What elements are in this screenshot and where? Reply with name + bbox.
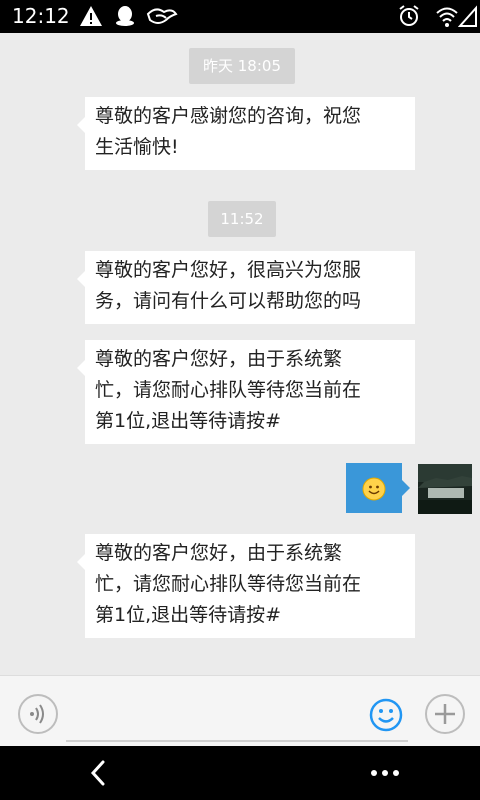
- message-bubble[interactable]: 尊敬的客户您好，很高兴为您服 务，请问有什么可以帮助您的吗: [77, 251, 415, 324]
- chat-area[interactable]: 昨天 18:05 尊敬的客户感谢您的咨询，祝您 生活愉快! 11:52 尊敬的客…: [0, 33, 480, 675]
- alarm-icon: [399, 5, 419, 26]
- wifi-icon: [436, 7, 458, 27]
- my-avatar[interactable]: [418, 464, 472, 514]
- my-message-bubble[interactable]: [346, 463, 410, 513]
- warning-icon: [80, 6, 102, 26]
- voice-button[interactable]: [18, 694, 58, 734]
- message-line: 忙，请您耐心排队等待您当前在: [95, 573, 362, 595]
- voice-icon: [30, 704, 44, 724]
- message-line: 第1位,退出等待请按#: [95, 604, 282, 626]
- more-dots-icon[interactable]: [370, 766, 400, 780]
- input-bar: [0, 675, 480, 747]
- message-input[interactable]: [66, 696, 408, 742]
- message-line: 第1位,退出等待请按#: [95, 410, 282, 432]
- back-chevron-icon[interactable]: [86, 758, 110, 788]
- message-line: 忙，请您耐心排队等待您当前在: [95, 379, 362, 401]
- add-button[interactable]: [425, 694, 465, 734]
- timestamp: 昨天 18:05: [189, 48, 295, 84]
- avatar-image: [418, 464, 472, 514]
- status-bar: 12:12: [0, 0, 480, 33]
- signal-icon: [458, 5, 477, 27]
- qq-icon: [116, 6, 134, 26]
- message-line: 务，请问有什么可以帮助您的吗: [95, 290, 362, 312]
- plus-icon: [435, 704, 455, 724]
- message-line: 尊敬的客户您好，由于系统繁: [95, 348, 343, 370]
- message-line: 尊敬的客户您好，由于系统繁: [95, 542, 343, 564]
- hand-icon: [146, 8, 178, 24]
- message-bubble[interactable]: 尊敬的客户您好，由于系统繁 忙，请您耐心排队等待您当前在 第1位,退出等待请按#: [77, 340, 415, 444]
- smile-icon[interactable]: [369, 698, 403, 732]
- nav-bar: [0, 746, 480, 800]
- timestamp: 11:52: [208, 201, 276, 237]
- status-time: 12:12: [12, 4, 70, 28]
- smile-emoji-icon: [362, 477, 386, 501]
- message-line: 尊敬的客户您好，很高兴为您服: [95, 259, 362, 281]
- message-bubble[interactable]: 尊敬的客户您好，由于系统繁 忙，请您耐心排队等待您当前在 第1位,退出等待请按#: [77, 534, 415, 638]
- message-line: 尊敬的客户感谢您的咨询，祝您: [95, 105, 362, 127]
- message-bubble[interactable]: 尊敬的客户感谢您的咨询，祝您 生活愉快!: [77, 97, 415, 170]
- message-line: 生活愉快!: [95, 136, 179, 158]
